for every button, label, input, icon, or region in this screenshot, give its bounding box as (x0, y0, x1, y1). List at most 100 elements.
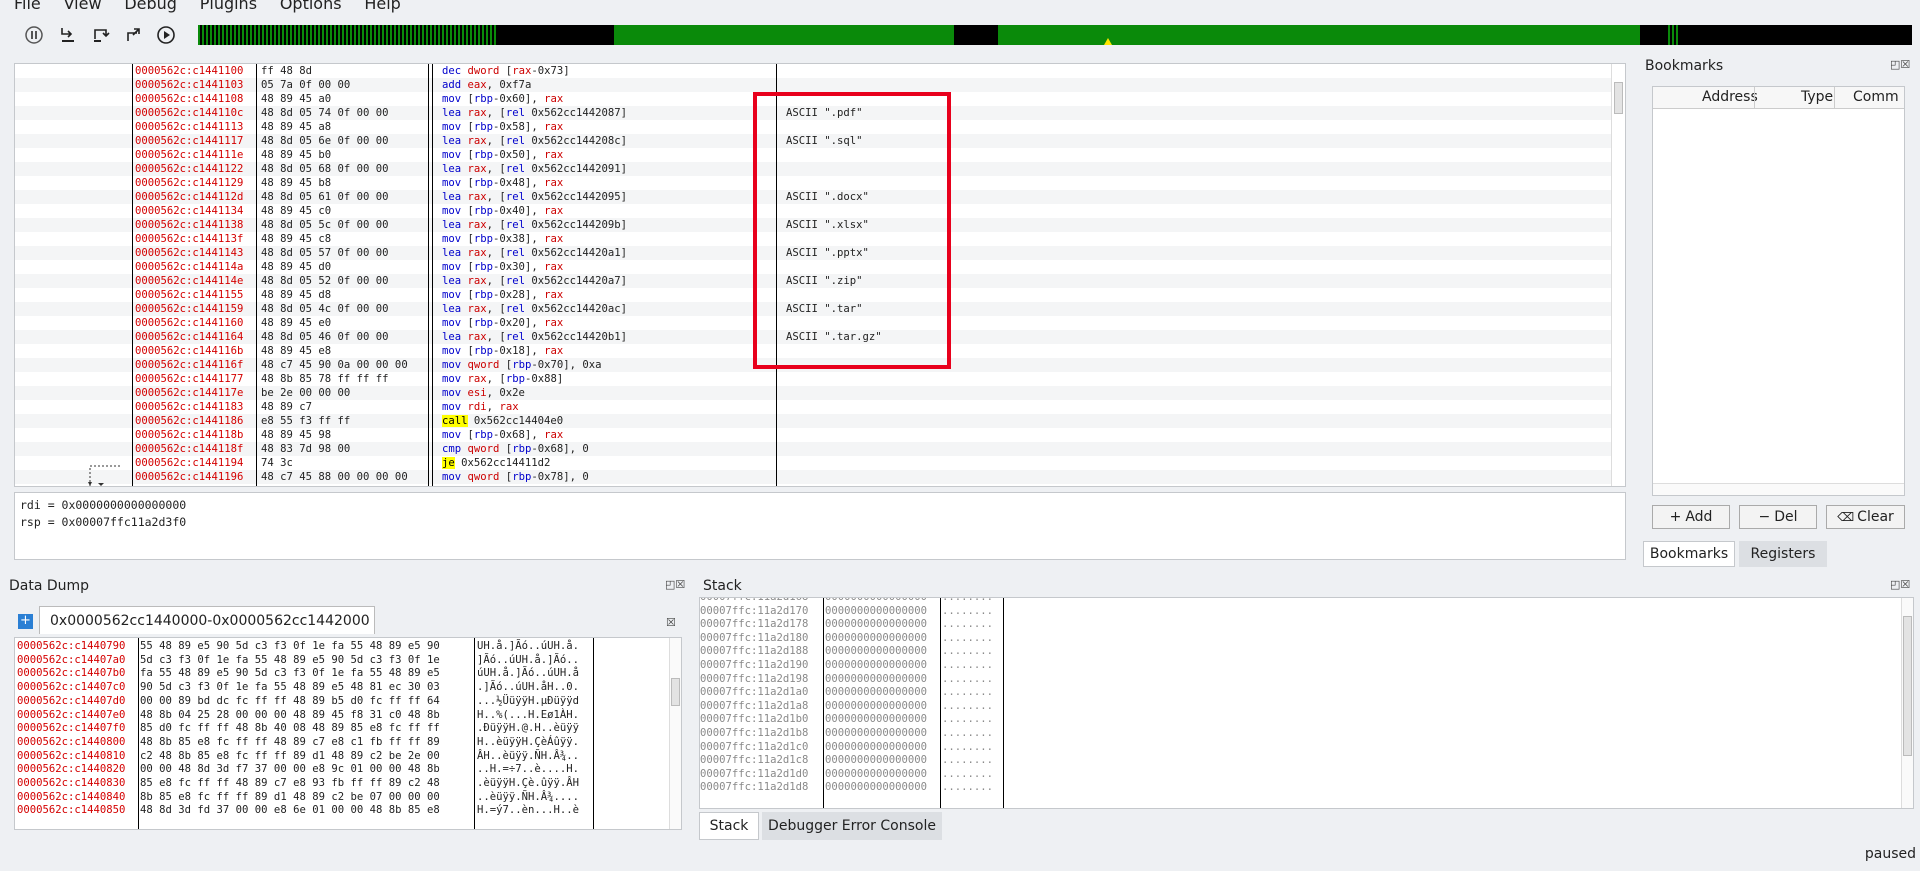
menu-plugins[interactable]: Plugins (200, 0, 257, 13)
disassembly-scrollbar[interactable] (1611, 64, 1625, 486)
close-tab-icon[interactable]: ☒ (666, 616, 676, 629)
plus-icon: + (1669, 509, 1682, 525)
column-address[interactable]: Address (1702, 89, 1758, 105)
dump-row[interactable]: 0000562c:c1440840 8b 85 e8 fc ff ff 89 d1… (15, 791, 675, 805)
tab-stack[interactable]: Stack (699, 812, 759, 840)
instruction-bytes: be 2e 00 00 00 (261, 387, 351, 399)
disasm-row[interactable]: 0000562c:c1441186 e8 55 f3 ff ff call 0x56… (15, 414, 1611, 428)
data-dump-view[interactable]: 0000562c:c1440790 55 48 89 e5 90 5d c3 f3… (14, 637, 682, 830)
column-type[interactable]: Type (1801, 89, 1833, 105)
mnemonic: mov (442, 359, 462, 371)
disasm-row[interactable]: 0000562c:c144118f 48 83 7d 98 00 cmp qword… (15, 442, 1611, 456)
dump-row[interactable]: 0000562c:c14407c0 90 5d c3 f3 0f 1e fa 55… (15, 681, 675, 695)
stack-row[interactable]: 00007ffc:11a2d190 0000000000000000.......… (700, 659, 1900, 673)
stack-row[interactable]: 00007ffc:11a2d170 0000000000000000.......… (700, 605, 1900, 619)
stack-address: 00007ffc:11a2d1b0 (700, 713, 809, 726)
dump-row[interactable]: 0000562c:c14407a0 5d c3 f3 0f 1e fa 55 48… (15, 654, 675, 668)
bookmarks-hscrollbar[interactable] (1653, 483, 1904, 495)
stack-row[interactable]: 00007ffc:11a2d1d0 0000000000000000.......… (700, 768, 1900, 782)
mnemonic: lea (442, 303, 462, 315)
stack-row[interactable]: 00007ffc:11a2d1c0 0000000000000000.......… (700, 741, 1900, 755)
add-dump-tab-button[interactable]: + (18, 614, 33, 629)
memory-timeline[interactable] (198, 25, 1912, 45)
delete-bookmark-button[interactable]: − Del (1739, 505, 1817, 529)
dump-row[interactable]: 0000562c:c1440850 48 8d 3d fd 37 00 00 e8… (15, 804, 675, 818)
dock-buttons[interactable]: ◰☒ (1890, 578, 1910, 591)
dump-row[interactable]: 0000562c:c14407e0 48 8b 04 25 28 00 00 00… (15, 709, 675, 723)
dump-row[interactable]: 0000562c:c1440820 00 00 48 8d 3d f7 37 00… (15, 763, 675, 777)
bookmarks-table[interactable]: Address Type Comm (1652, 86, 1905, 496)
dump-row[interactable]: 0000562c:c1440810 c2 48 8b 85 e8 fc ff ff… (15, 750, 675, 764)
instruction-text: mov qword [rbp-0x78], 0 (442, 470, 589, 484)
tab-bookmarks[interactable]: Bookmarks (1643, 541, 1735, 567)
stack-row[interactable]: 00007ffc:11a2d168 0000000000000000.......… (700, 598, 1900, 605)
stack-address: 00007ffc:11a2d170 (700, 604, 809, 617)
stack-scrollbar[interactable] (1901, 598, 1913, 808)
menu-view[interactable]: View (64, 0, 102, 13)
step-over-icon[interactable] (88, 22, 114, 48)
disasm-row[interactable]: 0000562c:c1441194 74 3c je 0x562cc14411d2 (15, 456, 1611, 470)
dump-row[interactable]: 0000562c:c1440830 85 e8 fc ff ff 48 89 c7… (15, 777, 675, 791)
stack-row[interactable]: 00007ffc:11a2d1d8 0000000000000000.......… (700, 781, 1900, 795)
tab-debugger-error-console[interactable]: Debugger Error Console (762, 812, 942, 840)
stack-row[interactable]: 00007ffc:11a2d188 0000000000000000.......… (700, 645, 1900, 659)
disasm-row[interactable]: 0000562c:c1441103 05 7a 0f 00 00 add eax, … (15, 78, 1611, 92)
stack-value: 0000000000000000 (825, 618, 928, 631)
disasm-row[interactable]: 0000562c:c1441196 48 c7 45 88 00 00 00 00… (15, 470, 1611, 484)
mnemonic: call (442, 415, 468, 427)
disasm-row[interactable]: 0000562c:c144117e be 2e 00 00 00 mov esi, … (15, 386, 1611, 400)
instruction-text: mov [rbp-0x60], rax (442, 92, 563, 106)
stack-row[interactable]: 00007ffc:11a2d1a0 0000000000000000.......… (700, 686, 1900, 700)
dump-row[interactable]: 0000562c:c14407f0 85 d0 fc ff ff 48 8b 40… (15, 722, 675, 736)
instruction-address: 0000562c:c1441183 (135, 401, 244, 413)
instruction-address: 0000562c:c1441138 (135, 219, 244, 231)
instruction-address: 0000562c:c1441164 (135, 331, 244, 343)
dump-ascii: úUH.å.]Ãó..úUH.å (477, 667, 580, 680)
clear-bookmarks-button[interactable]: ⌫ Clear (1826, 505, 1905, 529)
run-icon[interactable] (153, 22, 179, 48)
mnemonic: add (442, 79, 462, 91)
step-into-icon[interactable] (55, 22, 81, 48)
stack-address: 00007ffc:11a2d1d8 (700, 781, 809, 794)
add-bookmark-button[interactable]: + Add (1652, 505, 1730, 529)
stack-row[interactable]: 00007ffc:11a2d178 0000000000000000.......… (700, 618, 1900, 632)
stack-view[interactable]: 00007ffc:11a2d168 0000000000000000.......… (699, 597, 1914, 809)
dock-buttons[interactable]: ◰☒ (1890, 58, 1910, 71)
instruction-text: add eax, 0xf7a (442, 78, 531, 92)
instruction-text: lea rax, [rel 0x562cc14420a7] (442, 274, 627, 288)
instruction-text: lea rax, [rel 0x562cc144209b] (442, 218, 627, 232)
dump-tab[interactable]: 0x0000562cc1440000-0x0000562cc1442000 (39, 606, 375, 634)
menu-debug[interactable]: Debug (124, 0, 177, 13)
operands: dword [rax-0x73] (467, 65, 570, 77)
stack-row[interactable]: 00007ffc:11a2d198 0000000000000000.......… (700, 673, 1900, 687)
stack-row[interactable]: 00007ffc:11a2d1a8 0000000000000000.......… (700, 700, 1900, 714)
disasm-row[interactable]: 0000562c:c1441183 48 89 c7 mov rdi, rax (15, 400, 1611, 414)
step-out-icon[interactable] (121, 22, 147, 48)
tab-registers[interactable]: Registers (1739, 541, 1827, 567)
stack-address: 00007ffc:11a2d178 (700, 618, 809, 631)
menu-options[interactable]: Options (280, 0, 342, 13)
dump-scrollbar[interactable] (669, 638, 681, 829)
stack-row[interactable]: 00007ffc:11a2d1b0 0000000000000000.......… (700, 713, 1900, 727)
menu-file[interactable]: File (14, 0, 41, 13)
stack-row[interactable]: 00007ffc:11a2d1b8 0000000000000000.......… (700, 727, 1900, 741)
dump-row[interactable]: 0000562c:c14407b0 fa 55 48 89 e5 90 5d c3… (15, 667, 675, 681)
menu-help[interactable]: Help (364, 0, 400, 13)
mnemonic: lea (442, 107, 462, 119)
dump-row[interactable]: 0000562c:c14407d0 00 00 89 bd dc fc ff ff… (15, 695, 675, 709)
dump-address: 0000562c:c14407f0 (17, 722, 126, 735)
stack-row[interactable]: 00007ffc:11a2d1c8 0000000000000000.......… (700, 754, 1900, 768)
stack-address: 00007ffc:11a2d188 (700, 645, 809, 658)
stack-ascii: ........ (942, 781, 994, 794)
disasm-row[interactable]: 0000562c:c144118b 48 89 45 98 mov [rbp-0x6… (15, 428, 1611, 442)
disasm-row[interactable]: 0000562c:c1441100 ff 48 8d dec dword [rax-… (15, 64, 1611, 78)
stack-row[interactable]: 00007ffc:11a2d180 0000000000000000.......… (700, 632, 1900, 646)
dump-ascii: ..èüÿÿ.ÑH.Â¾.... (477, 790, 580, 803)
disasm-row[interactable]: 0000562c:c1441177 48 8b 85 78 ff ff ff mov… (15, 372, 1611, 386)
dump-row[interactable]: 0000562c:c1440800 48 8b 85 e8 fc ff ff 48… (15, 736, 675, 750)
dump-row[interactable]: 0000562c:c1440790 55 48 89 e5 90 5d c3 f3… (15, 640, 675, 654)
column-comment[interactable]: Comm (1853, 89, 1899, 105)
pause-icon[interactable] (21, 22, 47, 48)
dump-ascii: H.=ý7..èn...H..è (477, 804, 580, 817)
dock-buttons[interactable]: ◰☒ (665, 578, 685, 591)
